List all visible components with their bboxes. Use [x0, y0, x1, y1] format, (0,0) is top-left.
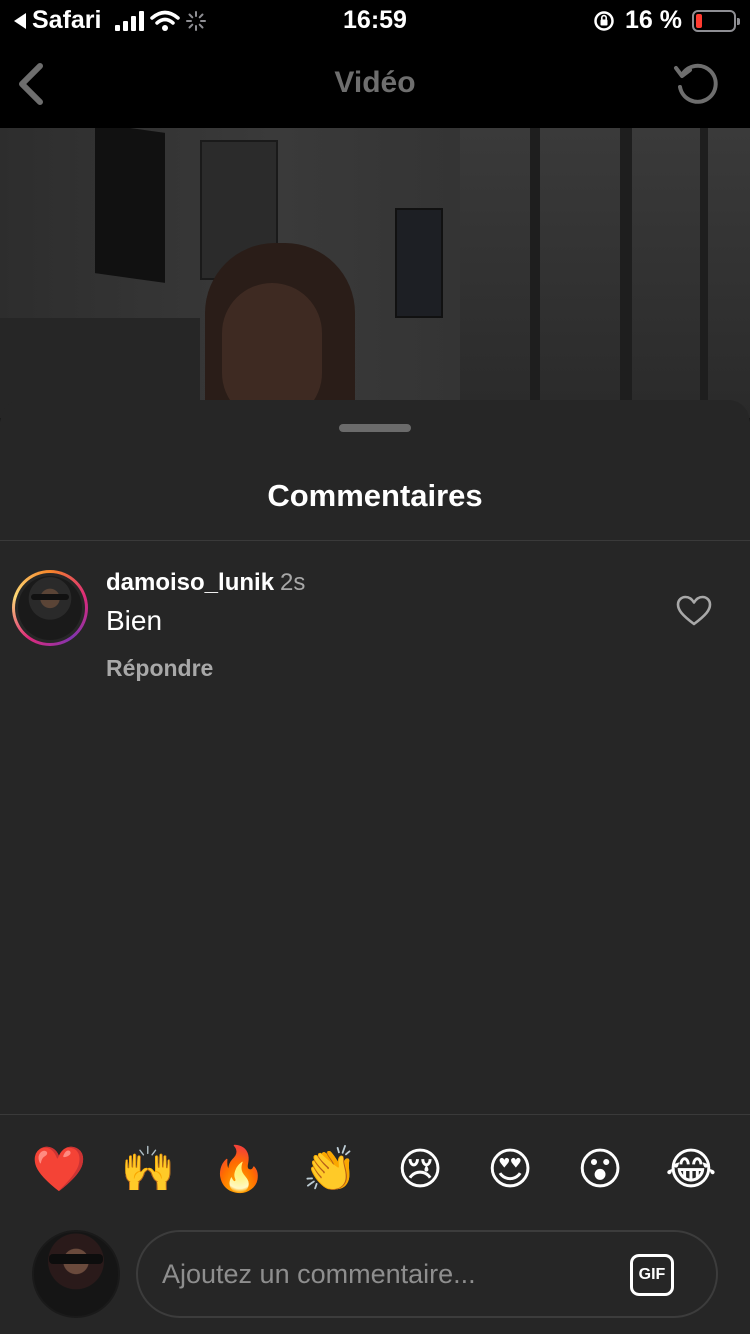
- comment-text: Bien: [106, 605, 163, 636]
- avatar-image: [18, 576, 82, 640]
- heart-icon[interactable]: [676, 595, 712, 627]
- wall-frame: [395, 208, 443, 318]
- refresh-icon[interactable]: [672, 60, 720, 108]
- comment-item: damoiso_lunik 2s Bien Répondre: [0, 565, 750, 695]
- orientation-lock-icon: [594, 10, 614, 31]
- status-bar: Safari 16:59 16 %: [0, 0, 750, 40]
- emoji-heart-eyes[interactable]: 😍: [480, 1140, 540, 1200]
- battery-level: [696, 13, 702, 28]
- divider: [0, 1114, 750, 1115]
- emoji-raising-hands[interactable]: 🙌: [118, 1140, 178, 1200]
- comment-time: 2s: [280, 569, 306, 596]
- page-title: Vidéo: [334, 66, 416, 99]
- comment-composer: GIF: [0, 1230, 750, 1320]
- comments-sheet: Commentaires damoiso_lunik 2s Bien Répond…: [0, 400, 750, 1334]
- emoji-crying-face[interactable]: 😢: [390, 1140, 450, 1200]
- video-preview[interactable]: [0, 128, 750, 418]
- emoji-clapping-hands[interactable]: 👏: [300, 1140, 360, 1200]
- nav-bar: Vidéo: [0, 40, 750, 128]
- comment-username[interactable]: damoiso_lunik: [106, 569, 274, 596]
- status-right: 16 %: [593, 6, 740, 35]
- emoji-surprised-face[interactable]: 😮: [570, 1140, 630, 1200]
- quick-reactions: ❤️ 🙌 🔥 👏 😢 😍 😮 😂: [0, 1140, 750, 1204]
- divider: [0, 540, 750, 541]
- emoji-fire[interactable]: 🔥: [209, 1140, 269, 1200]
- sheet-title: Commentaires: [267, 478, 483, 513]
- gif-button[interactable]: GIF: [630, 1254, 674, 1296]
- wall-tv: [95, 128, 165, 283]
- battery-icon: [692, 9, 740, 32]
- battery-percent: 16 %: [625, 6, 682, 34]
- avatar: [32, 1230, 120, 1318]
- comment-input[interactable]: [162, 1252, 622, 1296]
- comment-input-box[interactable]: GIF: [136, 1230, 718, 1318]
- reply-button[interactable]: Répondre: [106, 655, 213, 682]
- sheet-grabber[interactable]: [339, 424, 411, 432]
- emoji-tears-of-joy[interactable]: 😂: [661, 1140, 721, 1200]
- avatar[interactable]: [12, 570, 88, 646]
- emoji-red-heart[interactable]: ❤️: [29, 1140, 89, 1200]
